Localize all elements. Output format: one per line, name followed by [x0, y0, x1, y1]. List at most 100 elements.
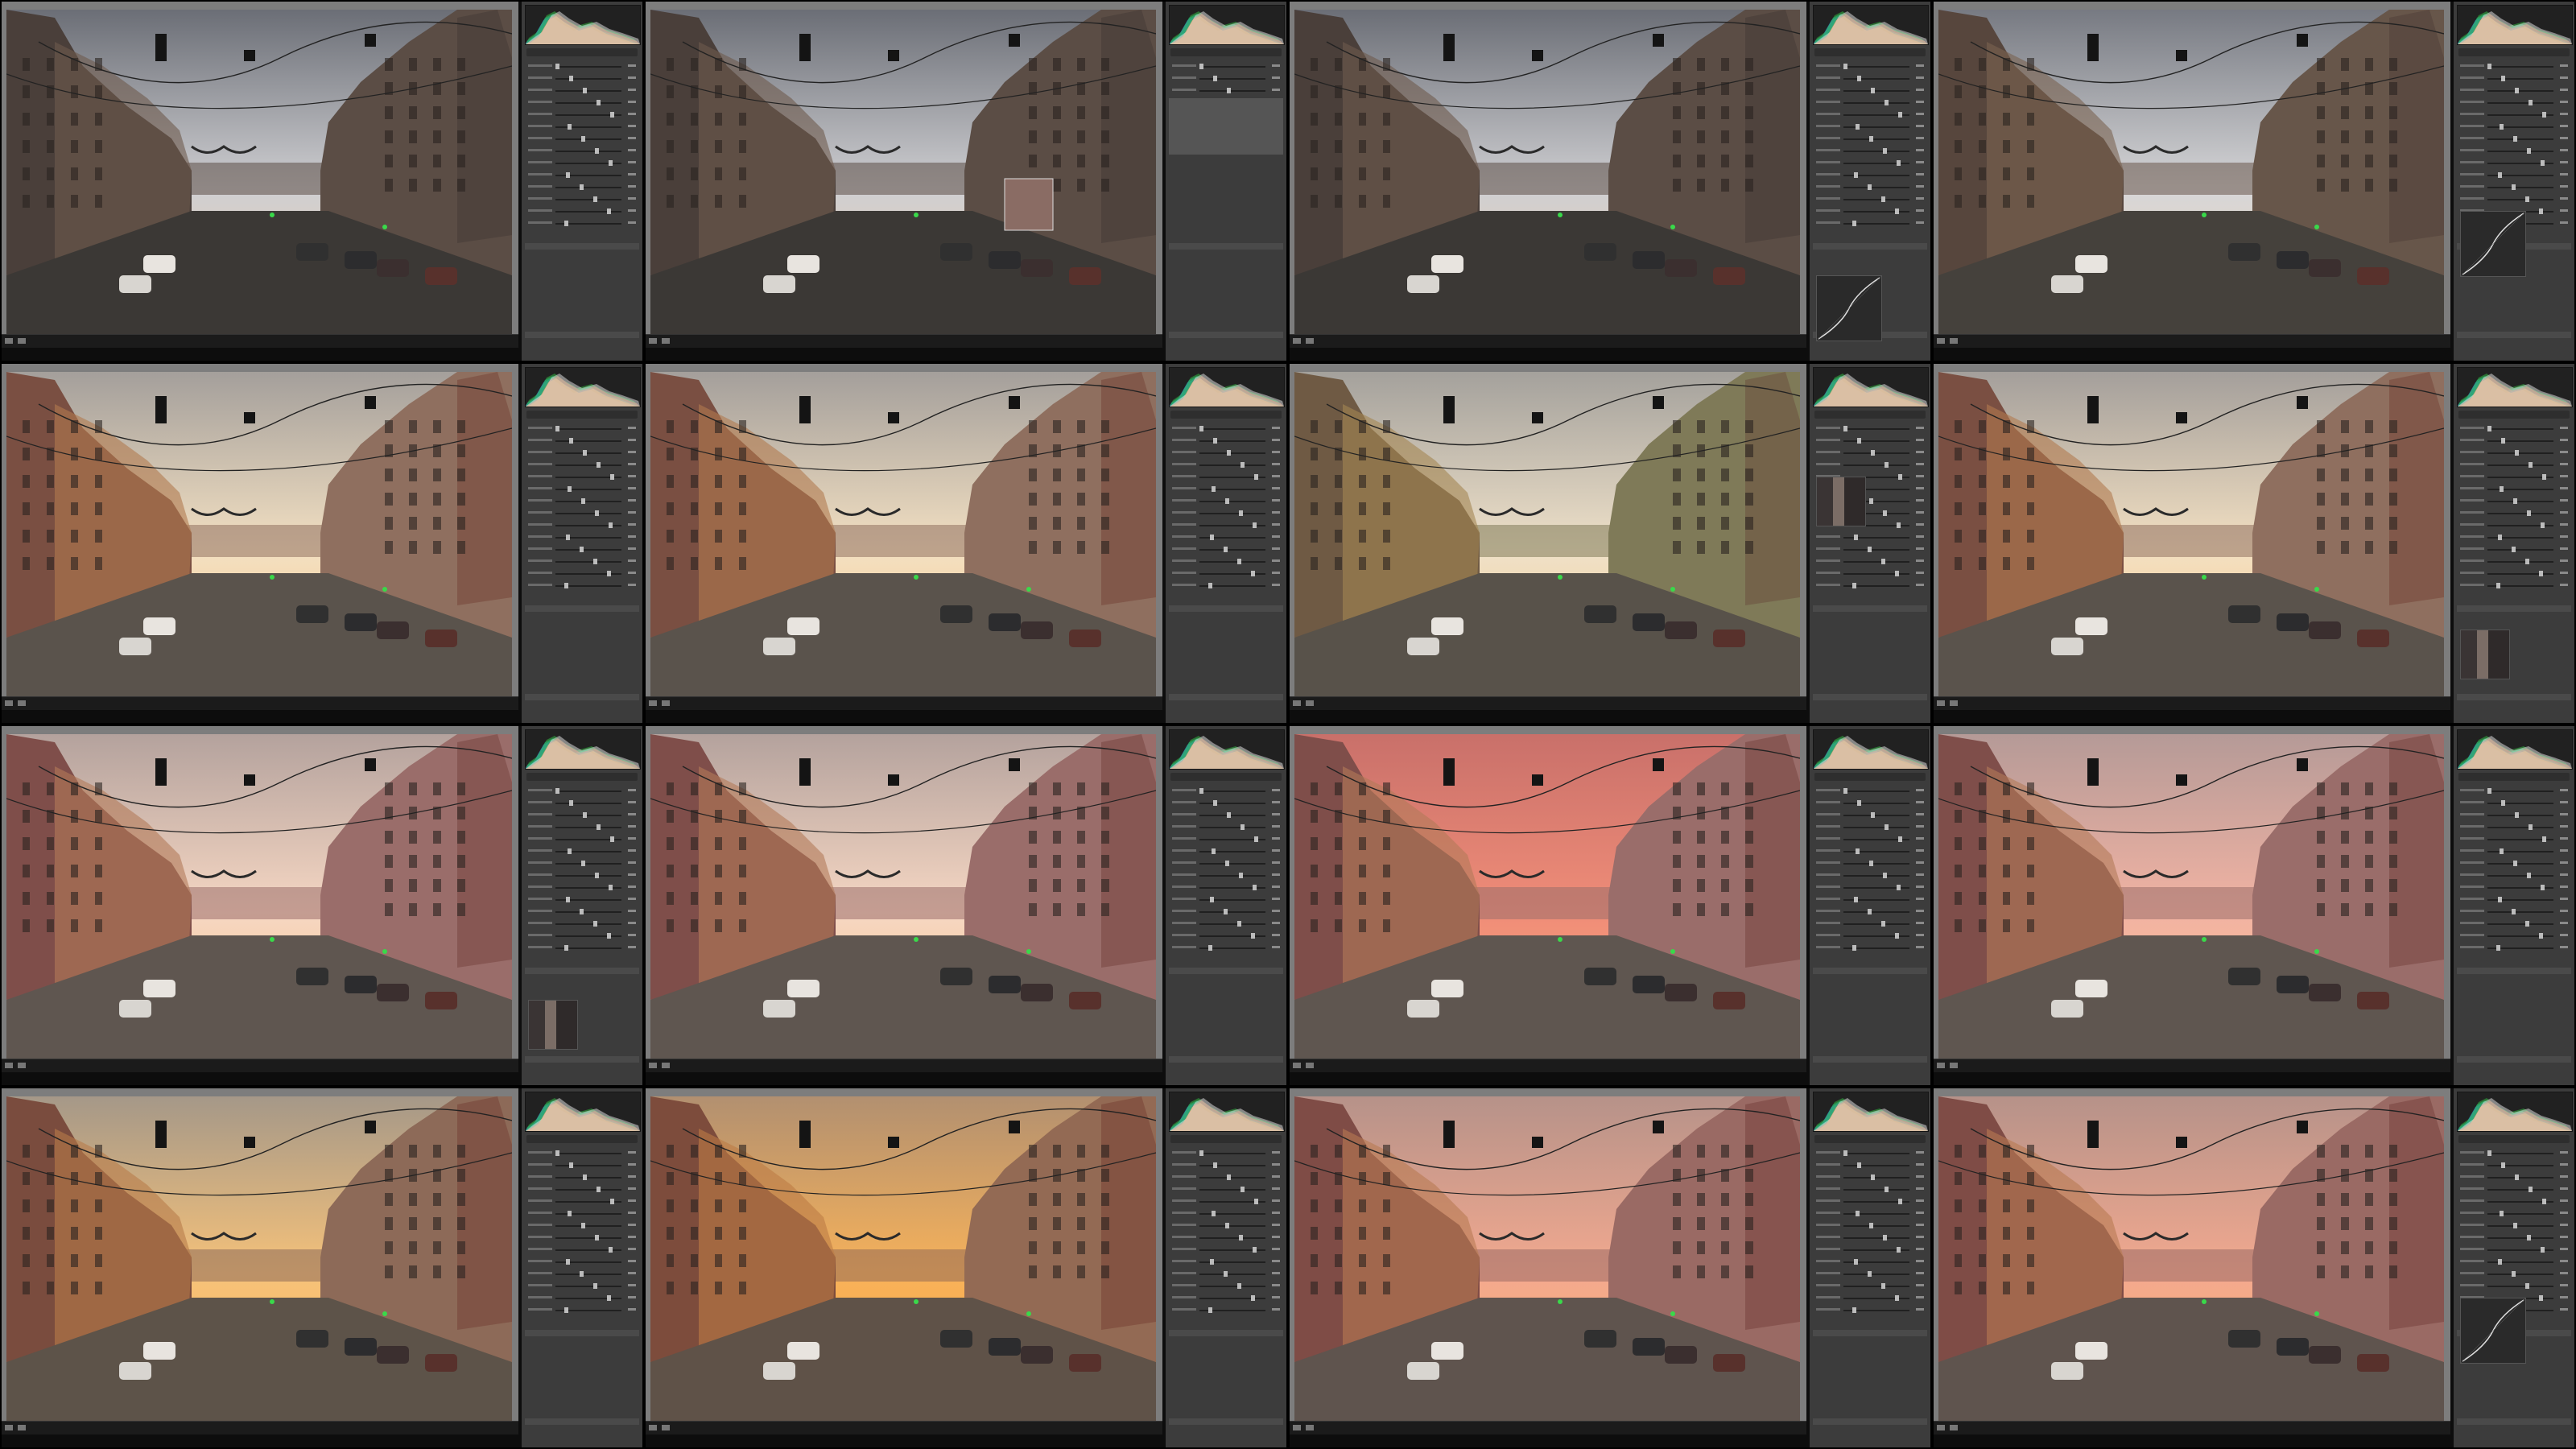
slider-knob[interactable]	[564, 583, 568, 588]
slider-knob[interactable]	[1225, 1223, 1229, 1228]
adjustment-slider[interactable]	[1816, 1198, 1924, 1207]
adjustment-slider[interactable]	[2460, 473, 2568, 482]
slider-knob[interactable]	[1871, 812, 1875, 818]
adjustment-slider[interactable]	[528, 546, 636, 555]
slider-knob[interactable]	[2515, 88, 2519, 93]
adjustment-slider[interactable]	[528, 1234, 636, 1243]
tool-strip[interactable]	[2458, 773, 2570, 781]
adjustment-slider[interactable]	[1816, 220, 1924, 229]
adjustment-slider[interactable]	[528, 582, 636, 591]
slider-knob[interactable]	[593, 921, 597, 927]
slider-knob[interactable]	[555, 788, 559, 794]
slider-knob[interactable]	[1857, 1162, 1861, 1168]
panel-section-header[interactable]	[1813, 968, 1927, 974]
adjustment-slider[interactable]	[1172, 473, 1280, 482]
adjustment-slider[interactable]	[1816, 135, 1924, 144]
adjustment-slider[interactable]	[1816, 208, 1924, 217]
slider-knob[interactable]	[1251, 933, 1255, 939]
adjustment-slider[interactable]	[528, 208, 636, 217]
slider-knob[interactable]	[2542, 112, 2546, 118]
adjustment-slider[interactable]	[528, 1150, 636, 1158]
slider-knob[interactable]	[1898, 112, 1902, 118]
adjustment-slider[interactable]	[1172, 485, 1280, 494]
adjustment-slider[interactable]	[2460, 99, 2568, 108]
slider-knob[interactable]	[1898, 836, 1902, 842]
adjustment-slider[interactable]	[2460, 811, 2568, 820]
adjustment-slider[interactable]	[528, 510, 636, 518]
adjustment-slider[interactable]	[1172, 1210, 1280, 1219]
compare-icon[interactable]	[662, 1063, 670, 1068]
adjustment-slider[interactable]	[528, 1294, 636, 1303]
slider-knob[interactable]	[1213, 1162, 1217, 1168]
tool-strip[interactable]	[1170, 48, 1282, 56]
adjustment-slider[interactable]	[528, 1222, 636, 1231]
slider-knob[interactable]	[1212, 1211, 1216, 1216]
panel-section-header[interactable]	[1169, 968, 1283, 974]
slider-knob[interactable]	[1881, 1283, 1885, 1289]
slider-knob[interactable]	[2542, 1199, 2546, 1204]
adjustment-slider[interactable]	[2460, 522, 2568, 530]
slider-knob[interactable]	[595, 148, 599, 154]
adjustment-slider[interactable]	[2460, 1210, 2568, 1219]
adjustment-slider[interactable]	[2460, 558, 2568, 567]
adjustment-slider[interactable]	[2460, 872, 2568, 881]
slider-knob[interactable]	[2527, 510, 2531, 516]
tool-strip[interactable]	[2458, 48, 2570, 56]
tool-strip[interactable]	[526, 411, 638, 419]
panel-section-header[interactable]	[525, 968, 639, 974]
adjustment-slider[interactable]	[1816, 787, 1924, 796]
slider-knob[interactable]	[609, 522, 613, 528]
adjustment-slider[interactable]	[1172, 558, 1280, 567]
adjustment-slider[interactable]	[2460, 87, 2568, 96]
slider-knob[interactable]	[1856, 124, 1860, 130]
slider-knob[interactable]	[2487, 1150, 2491, 1156]
adjustment-slider[interactable]	[528, 1210, 636, 1219]
adjustment-slider[interactable]	[528, 944, 636, 953]
adjustment-slider[interactable]	[528, 184, 636, 192]
adjustment-slider[interactable]	[2460, 582, 2568, 591]
slider-knob[interactable]	[2542, 836, 2546, 842]
slider-knob[interactable]	[595, 873, 599, 878]
slider-knob[interactable]	[2513, 861, 2517, 866]
adjustment-slider[interactable]	[1172, 1186, 1280, 1195]
slider-knob[interactable]	[1856, 848, 1860, 854]
adjustment-slider[interactable]	[2460, 461, 2568, 470]
slider-knob[interactable]	[2542, 474, 2546, 480]
panel-section-header[interactable]	[525, 605, 639, 612]
slider-knob[interactable]	[1210, 897, 1214, 902]
adjustment-slider[interactable]	[528, 848, 636, 857]
panel-section-header[interactable]	[525, 1056, 639, 1063]
slider-knob[interactable]	[1239, 873, 1243, 878]
adjustment-slider[interactable]	[1816, 570, 1924, 579]
slider-knob[interactable]	[566, 172, 570, 178]
compare-icon[interactable]	[18, 1063, 26, 1068]
slider-knob[interactable]	[2539, 208, 2543, 214]
tool-strip[interactable]	[526, 48, 638, 56]
slider-knob[interactable]	[1885, 1187, 1889, 1192]
adjustment-slider[interactable]	[1816, 63, 1924, 72]
adjustment-slider[interactable]	[1172, 425, 1280, 434]
slider-knob[interactable]	[1212, 848, 1216, 854]
adjustment-slider[interactable]	[1172, 1162, 1280, 1170]
slider-knob[interactable]	[2539, 1295, 2543, 1301]
slider-knob[interactable]	[2487, 788, 2491, 794]
adjustment-slider[interactable]	[1816, 546, 1924, 555]
street-photo[interactable]	[1938, 734, 2444, 1059]
slider-knob[interactable]	[1854, 172, 1858, 178]
slider-knob[interactable]	[1213, 800, 1217, 806]
slider-knob[interactable]	[593, 1283, 597, 1289]
slider-knob[interactable]	[564, 1307, 568, 1313]
slider-knob[interactable]	[569, 1162, 573, 1168]
adjustment-slider[interactable]	[1816, 860, 1924, 869]
adjustment-slider[interactable]	[528, 908, 636, 917]
compare-icon[interactable]	[1306, 1063, 1314, 1068]
adjustment-slider[interactable]	[528, 1186, 636, 1195]
adjustment-slider[interactable]	[2460, 510, 2568, 518]
adjustment-slider[interactable]	[1816, 437, 1924, 446]
adjustment-slider[interactable]	[1172, 497, 1280, 506]
adjustment-slider[interactable]	[1172, 920, 1280, 929]
adjustment-slider[interactable]	[1172, 896, 1280, 905]
street-photo[interactable]	[1294, 1096, 1800, 1422]
slider-knob[interactable]	[1883, 148, 1887, 154]
slider-knob[interactable]	[609, 1247, 613, 1253]
